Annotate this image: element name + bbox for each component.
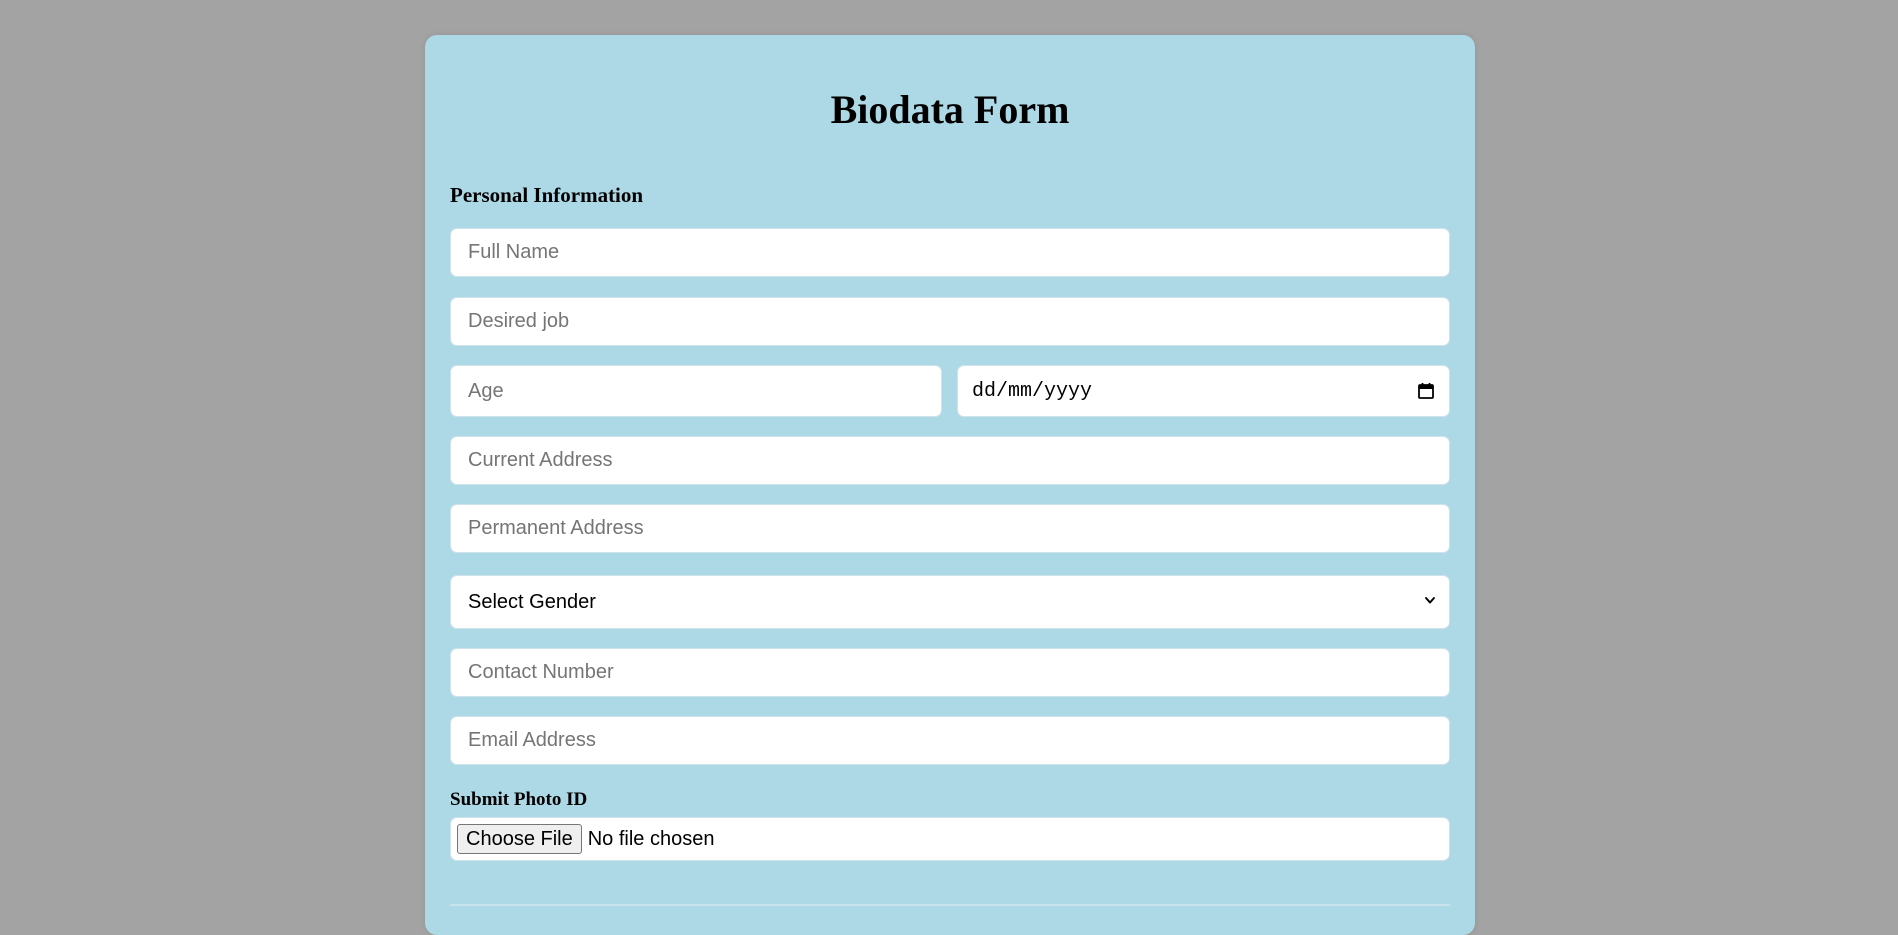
- date-of-birth-input[interactable]: dd/mm/yyyy: [957, 365, 1450, 417]
- calendar-icon[interactable]: [1417, 382, 1435, 400]
- form-divider: [450, 904, 1450, 906]
- choose-file-button[interactable]: Choose File: [457, 824, 582, 854]
- photo-id-file-input[interactable]: Choose File No file chosen: [450, 817, 1450, 861]
- desired-job-input[interactable]: [450, 297, 1450, 346]
- full-name-input[interactable]: [450, 228, 1450, 277]
- gender-select[interactable]: Select Gender: [450, 575, 1450, 629]
- biodata-form-card: Biodata Form Personal Information dd/mm/…: [425, 35, 1475, 935]
- file-status-text: No file chosen: [587, 827, 715, 850]
- form-title: Biodata Form: [830, 87, 1070, 132]
- permanent-address-input[interactable]: [450, 504, 1450, 553]
- email-address-input[interactable]: [450, 716, 1450, 765]
- gender-select-value: Select Gender: [468, 590, 596, 613]
- current-address-input[interactable]: [450, 436, 1450, 485]
- submit-photo-id-label: Submit Photo ID: [450, 789, 588, 810]
- chevron-down-icon: [1423, 593, 1437, 612]
- age-input[interactable]: [450, 365, 942, 417]
- date-format-text: dd/mm/yyyy: [972, 379, 1093, 403]
- personal-information-heading: Personal Information: [450, 183, 644, 207]
- contact-number-input[interactable]: [450, 648, 1450, 697]
